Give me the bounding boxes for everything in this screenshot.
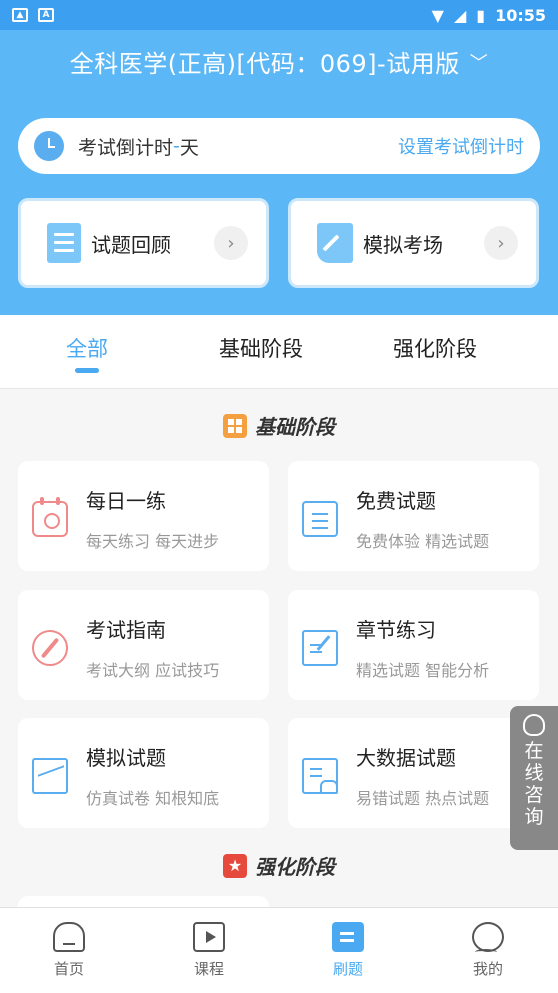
stage-tabs: 全部 基础阶段 强化阶段 xyxy=(0,315,558,389)
tab-all[interactable]: 全部 xyxy=(66,333,108,363)
section-title-advanced-text: 强化阶段 xyxy=(255,855,335,879)
chevron-right-icon: › xyxy=(484,226,518,260)
section-title-basic-text: 基础阶段 xyxy=(255,415,335,439)
image-notification-icon: ▲ xyxy=(12,8,28,22)
header: 全科医学(正高)[代码：069]-试用版 ﹀ 考试倒计时 - 天 设置考试倒计时 … xyxy=(0,30,558,315)
calendar-icon xyxy=(32,497,68,537)
chevron-down-icon: ﹀ xyxy=(469,53,489,74)
card-subtitle: 仿真试卷 知根知底 xyxy=(86,789,220,808)
document-icon xyxy=(302,501,338,537)
cloud-data-icon xyxy=(302,758,338,794)
status-bar: ▲ A ▼ ◢ ▮ 10:55 xyxy=(0,0,558,30)
question-review-button[interactable]: 试题回顾 › xyxy=(18,198,269,288)
star-icon: ★ xyxy=(223,853,247,878)
mock-exam-label: 模拟考场 xyxy=(363,232,443,257)
countdown-label: 考试倒计时 xyxy=(78,136,174,159)
battery-icon: ▮ xyxy=(476,5,486,25)
wifi-icon: ▼ xyxy=(431,5,444,25)
signal-icon: ◢ xyxy=(453,5,467,25)
chart-icon xyxy=(32,758,68,794)
card-title: 免费试题 xyxy=(356,489,436,513)
pen-icon xyxy=(317,223,353,263)
page-title: 全科医学(正高)[代码：069]-试用版 xyxy=(69,50,460,78)
card-title: 大数据试题 xyxy=(356,746,456,770)
compass-icon xyxy=(32,630,68,666)
set-countdown-link[interactable]: 设置考试倒计时 xyxy=(398,133,524,159)
free-questions-card[interactable]: 免费试题 免费体验 精选试题 xyxy=(288,461,539,571)
card-subtitle: 每天练习 每天进步 xyxy=(86,532,220,551)
edit-icon xyxy=(302,630,338,666)
card-subtitle: 易错试题 热点试题 xyxy=(356,789,490,808)
mock-exam-button[interactable]: 模拟考场 › xyxy=(288,198,539,288)
status-time: 10:55 xyxy=(495,5,546,25)
nav-profile-label: 我的 xyxy=(472,960,503,978)
nav-course-label: 课程 xyxy=(193,960,224,978)
online-consult-button[interactable]: 在线咨询 xyxy=(510,706,558,850)
card-title: 考试指南 xyxy=(86,618,166,642)
countdown-days: - xyxy=(173,135,180,157)
big-data-questions-card[interactable]: 大数据试题 易错试题 热点试题 xyxy=(288,718,539,828)
nav-home-label: 首页 xyxy=(53,960,84,978)
nav-quiz-label: 刷题 xyxy=(332,960,363,978)
app-notification-icon: A xyxy=(38,8,54,22)
chapter-practice-card[interactable]: 章节练习 精选试题 智能分析 xyxy=(288,590,539,700)
tab-basic[interactable]: 基础阶段 xyxy=(219,333,303,363)
mock-questions-card[interactable]: 模拟试题 仿真试卷 知根知底 xyxy=(18,718,269,828)
nav-quiz[interactable]: 刷题 xyxy=(308,922,388,979)
tab-indicator xyxy=(75,368,99,373)
exam-guide-card[interactable]: 考试指南 考试大纲 应试技巧 xyxy=(18,590,269,700)
exam-selector[interactable]: 全科医学(正高)[代码：069]-试用版 ﹀ xyxy=(0,44,558,79)
bottom-navigation: 首页 课程 刷题 我的 xyxy=(0,907,558,993)
nav-profile[interactable]: 我的 xyxy=(448,922,528,979)
card-subtitle: 精选试题 智能分析 xyxy=(356,661,490,680)
online-consult-label: 在线咨询 xyxy=(524,740,544,828)
card-subtitle: 考试大纲 应试技巧 xyxy=(86,661,220,680)
section-title-basic: 基础阶段 xyxy=(0,411,558,440)
home-icon xyxy=(53,922,85,952)
daily-practice-card[interactable]: 每日一练 每天练习 每天进步 xyxy=(18,461,269,571)
profile-icon xyxy=(472,922,504,952)
chevron-right-icon: › xyxy=(214,226,248,260)
quiz-icon xyxy=(332,922,364,952)
document-icon xyxy=(47,223,81,263)
section-title-advanced: ★ 强化阶段 xyxy=(0,851,558,880)
card-subtitle: 免费体验 精选试题 xyxy=(356,532,490,551)
nav-course[interactable]: 课程 xyxy=(169,922,249,979)
play-icon xyxy=(193,922,225,952)
exam-countdown: 考试倒计时 - 天 设置考试倒计时 xyxy=(18,118,540,174)
tab-advanced[interactable]: 强化阶段 xyxy=(393,333,477,363)
countdown-unit: 天 xyxy=(179,136,199,159)
grid-icon xyxy=(223,413,247,438)
question-review-label: 试题回顾 xyxy=(91,232,171,257)
card-title: 模拟试题 xyxy=(86,746,166,770)
alarm-clock-icon xyxy=(34,131,64,161)
card-title: 章节练习 xyxy=(356,618,436,642)
card-title: 每日一练 xyxy=(86,489,166,513)
headset-icon xyxy=(523,714,545,736)
nav-home[interactable]: 首页 xyxy=(29,922,109,979)
